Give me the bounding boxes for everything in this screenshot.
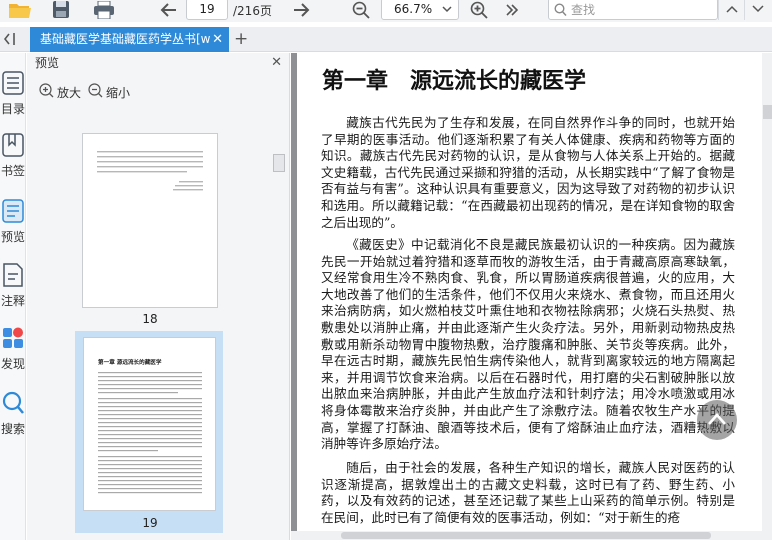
preview-zoom-in-label: 放大	[57, 85, 82, 100]
arrow-up-icon	[707, 411, 727, 430]
search-placeholder: 查找	[571, 3, 596, 17]
document-scroll-thumb[interactable]	[763, 105, 772, 119]
print-icon[interactable]	[90, 0, 118, 20]
nav-label-discover: 发现	[0, 357, 25, 371]
main-toolbar: 19 /216页 66.7% 查找	[0, 0, 772, 22]
close-icon[interactable]: ✕	[212, 27, 223, 52]
nav-label-notes: 注释	[0, 294, 25, 308]
nav-item-notes[interactable]: 注释	[0, 263, 26, 309]
nav-item-preview[interactable]: 预览	[0, 199, 26, 245]
preview-icon	[2, 199, 24, 227]
document-horizontal-scrollbar[interactable]	[291, 531, 762, 540]
preview-scroll-thumb[interactable]	[273, 154, 285, 172]
back-to-top-button[interactable]	[697, 400, 737, 440]
nav-label-bookmark: 书签	[0, 164, 25, 178]
page-thumbnail-18[interactable]	[82, 133, 218, 308]
preview-panel: 预览 ✕ 放大 缩小 18 第一章 源远流长的藏医学 19	[27, 53, 290, 540]
left-nav: 目录 书签 预览 注释 发现 搜索	[0, 53, 26, 540]
next-page-icon[interactable]	[290, 0, 314, 20]
document-hscroll-thumb[interactable]	[341, 532, 711, 539]
zoom-out-icon[interactable]	[349, 0, 373, 20]
search-icon	[554, 2, 567, 21]
preview-zoom-out-button[interactable]: 缩小	[88, 83, 130, 101]
zoom-in-icon[interactable]	[467, 0, 491, 20]
page-number-input[interactable]: 19	[186, 0, 228, 20]
thumb-chapter-title: 第一章 源远流长的藏医学	[97, 358, 162, 366]
body-paragraph: 藏族古代先民为了生存和发展，在同自然界作斗争的同时，也就开始了早期的医事活动。他…	[321, 115, 735, 230]
document-page: 第一章 源远流长的藏医学 藏族古代先民为了生存和发展，在同自然界作斗争的同时，也…	[297, 53, 762, 540]
list-icon	[2, 71, 24, 99]
page-thumbnail-19[interactable]: 第一章 源远流长的藏医学	[83, 337, 216, 511]
body-paragraph: 随后，由于社会的发展，各种生产知识的增长，藏族人民对医药的认识逐渐提高，据敦煌出…	[321, 460, 735, 525]
preview-zoom-out-label: 缩小	[106, 85, 131, 100]
thumb-number: 18	[142, 312, 158, 326]
tab-document[interactable]: 基础藏医学基础藏医药学丛书[w ✕	[30, 27, 229, 52]
close-icon[interactable]: ✕	[271, 53, 282, 73]
nav-item-toc[interactable]: 目录	[0, 71, 26, 117]
collapse-sidebar-icon[interactable]	[3, 30, 18, 52]
thumb-number: 19	[142, 516, 158, 530]
search-next-icon[interactable]	[744, 0, 770, 20]
document-vertical-scrollbar[interactable]	[762, 53, 772, 540]
zoom-out-icon	[88, 83, 103, 101]
page-total-label: /216页	[233, 4, 272, 18]
discover-icon	[2, 327, 24, 354]
tab-document-label: 基础藏医学基础藏医药学丛书[w	[40, 32, 211, 46]
search-icon	[2, 391, 24, 419]
save-icon[interactable]	[48, 0, 74, 20]
nav-item-discover[interactable]: 发现	[0, 326, 26, 372]
preview-title: 预览	[35, 56, 60, 70]
nav-label-toc: 目录	[0, 102, 25, 116]
tab-bar: 基础藏医学基础藏医药学丛书[w ✕ +	[0, 27, 772, 52]
search-input[interactable]: 查找	[548, 0, 718, 20]
open-folder-icon[interactable]	[6, 0, 34, 20]
note-icon	[2, 263, 24, 291]
add-tab-icon[interactable]: +	[234, 29, 248, 49]
chapter-title: 第一章 源远流长的藏医学	[322, 68, 587, 94]
zoom-in-icon	[39, 83, 54, 101]
chevron-down-icon	[442, 0, 452, 27]
nav-item-search[interactable]: 搜索	[0, 391, 26, 437]
preview-header: 预览 ✕	[27, 53, 290, 73]
zoom-select[interactable]: 66.7%	[381, 0, 459, 20]
nav-item-bookmark[interactable]: 书签	[0, 133, 26, 179]
zoom-value: 66.7%	[394, 2, 433, 16]
preview-scrollbar[interactable]	[271, 89, 285, 537]
body-paragraph: 《藏医史》中记载消化不良是藏民族最初认识的一种疾病。因为藏族先民一开始就过着狩猎…	[321, 237, 735, 452]
bookmark-icon	[2, 133, 24, 161]
more-tools-icon[interactable]	[502, 0, 522, 20]
search-prev-icon[interactable]	[718, 0, 744, 20]
preview-zoom-in-button[interactable]: 放大	[39, 83, 81, 101]
nav-label-search: 搜索	[0, 422, 25, 436]
prev-page-icon[interactable]	[156, 0, 180, 20]
nav-label-preview: 预览	[0, 230, 25, 244]
